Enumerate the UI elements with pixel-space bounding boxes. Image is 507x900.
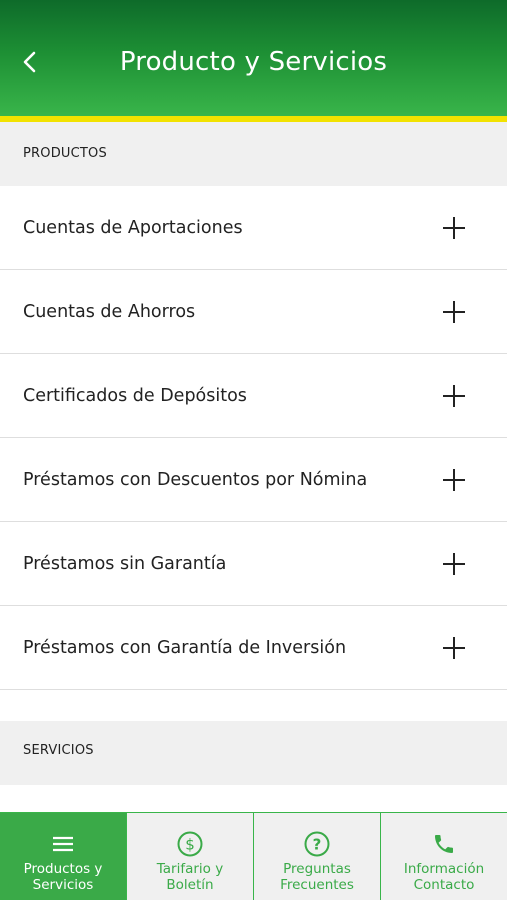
plus-icon[interactable] bbox=[442, 216, 466, 240]
list-item-label: Certificados de Depósitos bbox=[23, 385, 247, 406]
tab-label: Preguntas Frecuentes bbox=[280, 861, 354, 893]
page-title: Producto y Servicios bbox=[119, 47, 388, 77]
list-item-prestamos-nomina[interactable]: Préstamos con Descuentos por Nómina bbox=[0, 438, 507, 522]
list-item-cuentas-aportaciones[interactable]: Cuentas de Aportaciones bbox=[0, 186, 507, 270]
section-header-productos: PRODUCTOS bbox=[0, 122, 507, 186]
list-item-label: Préstamos con Descuentos por Nómina bbox=[23, 469, 368, 490]
svg-text:$: $ bbox=[185, 836, 195, 854]
plus-icon[interactable] bbox=[442, 384, 466, 408]
tab-tarifario-boletin[interactable]: $ Tarifario y Boletín bbox=[127, 813, 254, 900]
tab-preguntas-frecuentes[interactable]: ? Preguntas Frecuentes bbox=[254, 813, 381, 900]
plus-icon[interactable] bbox=[442, 636, 466, 660]
svg-text:?: ? bbox=[313, 836, 322, 854]
tab-productos-servicios[interactable]: Productos y Servicios bbox=[0, 813, 127, 900]
plus-icon[interactable] bbox=[442, 300, 466, 324]
products-list: Cuentas de Aportaciones Cuentas de Ahorr… bbox=[0, 186, 507, 690]
list-item-cuentas-ahorros[interactable]: Cuentas de Ahorros bbox=[0, 270, 507, 354]
list-item-certificados-depositos[interactable]: Certificados de Depósitos bbox=[0, 354, 507, 438]
bottom-tab-bar: Productos y Servicios $ Tarifario y Boletí… bbox=[0, 812, 507, 900]
dollar-icon: $ bbox=[177, 831, 203, 857]
list-item-prestamos-sin-garantia[interactable]: Préstamos sin Garantía bbox=[0, 522, 507, 606]
tab-label: Productos y Servicios bbox=[23, 861, 103, 893]
tab-label: Tarifario y Boletín bbox=[156, 861, 224, 893]
question-icon: ? bbox=[304, 831, 330, 857]
plus-icon[interactable] bbox=[442, 552, 466, 576]
list-item-label: Cuentas de Aportaciones bbox=[23, 217, 243, 238]
plus-icon[interactable] bbox=[442, 468, 466, 492]
phone-icon bbox=[431, 831, 457, 857]
tab-label: Información Contacto bbox=[403, 861, 485, 893]
section-label-servicios: SERVICIOS bbox=[23, 743, 94, 758]
section-label-productos: PRODUCTOS bbox=[23, 146, 107, 161]
section-header-servicios: SERVICIOS bbox=[0, 721, 507, 785]
list-item-label: Préstamos con Garantía de Inversión bbox=[23, 637, 347, 658]
list-item-label: Préstamos sin Garantía bbox=[23, 553, 227, 574]
list-item-prestamos-garantia-inversion[interactable]: Préstamos con Garantía de Inversión bbox=[0, 606, 507, 690]
list-item-label: Cuentas de Ahorros bbox=[23, 301, 196, 322]
menu-icon bbox=[50, 831, 76, 857]
app-header: Producto y Servicios bbox=[0, 0, 507, 116]
tab-informacion-contacto[interactable]: Información Contacto bbox=[381, 813, 507, 900]
